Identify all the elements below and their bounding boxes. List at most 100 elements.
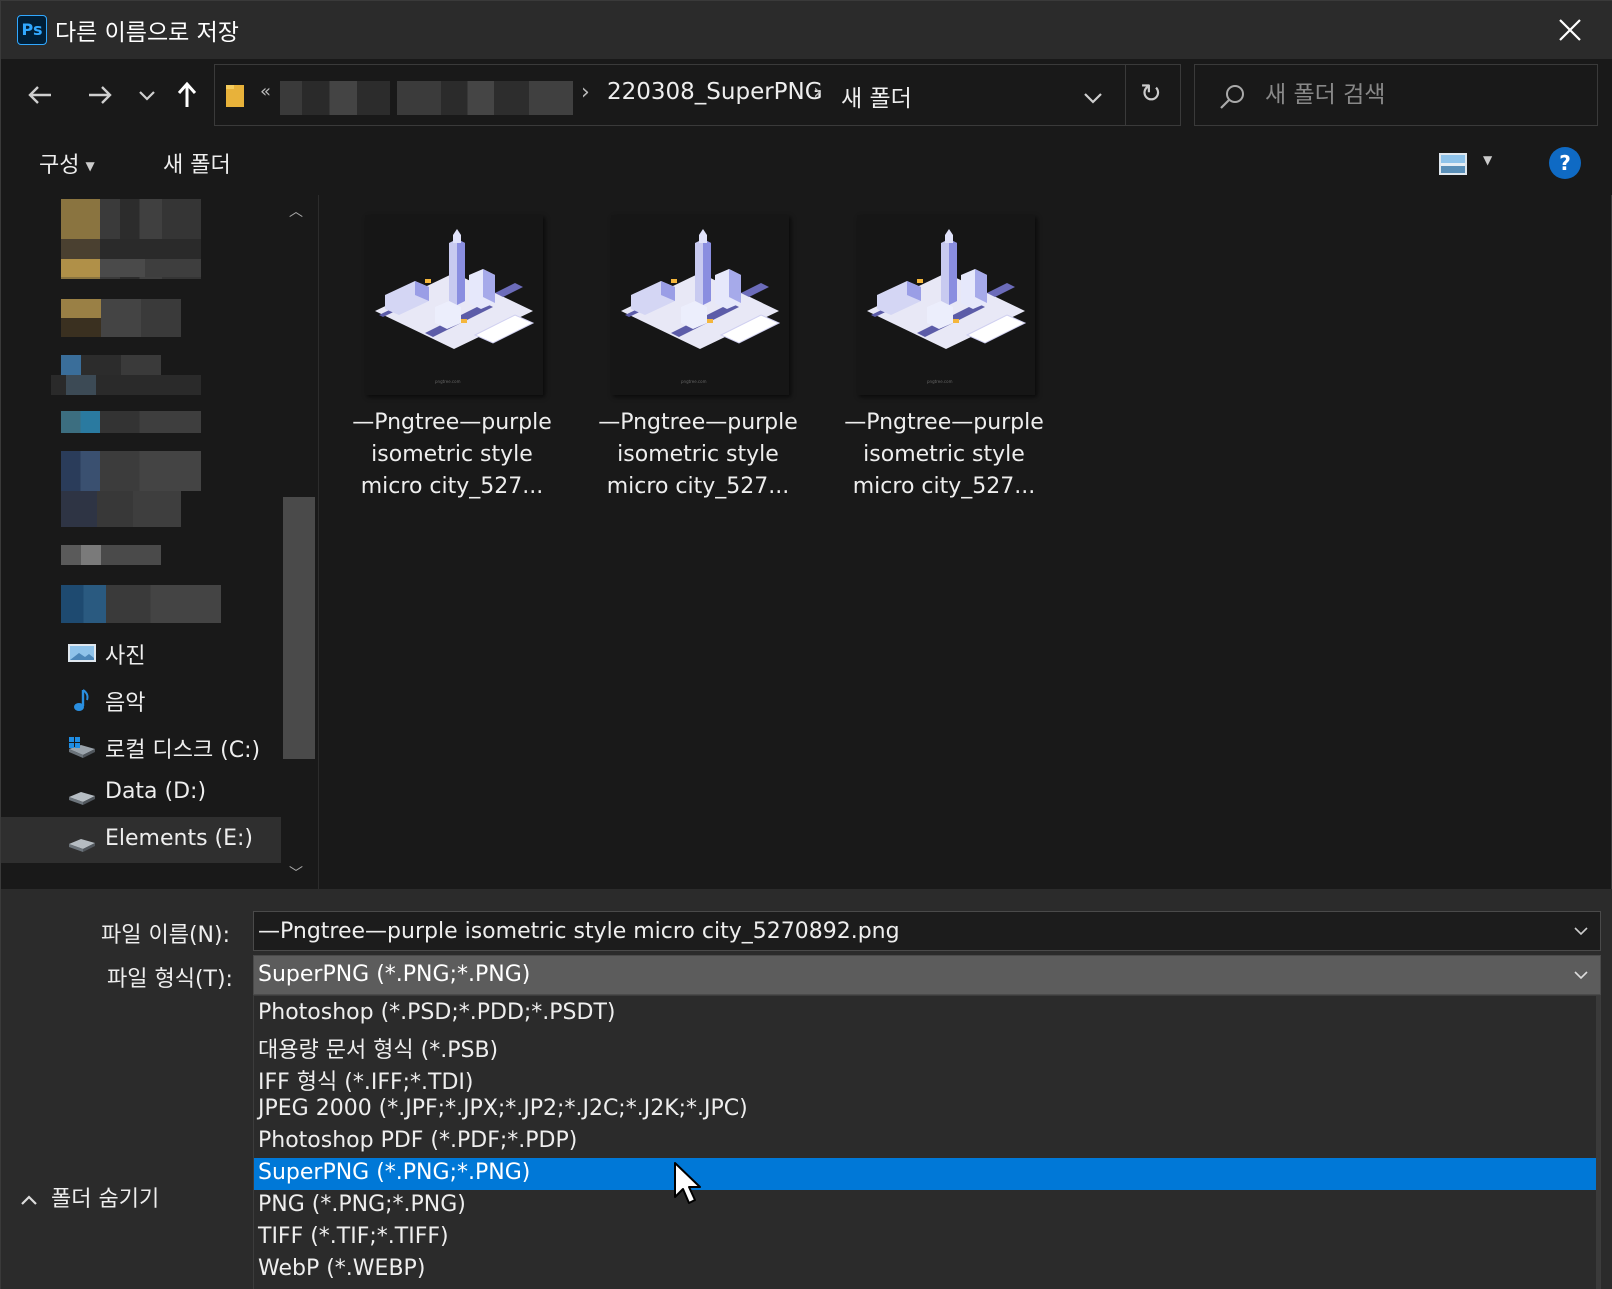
breadcrumb-item[interactable]: 새 폴더 (841, 79, 912, 113)
chevron-down-icon (1084, 93, 1102, 104)
help-button[interactable]: ? (1549, 147, 1581, 179)
redacted-folder (61, 411, 201, 433)
windows-drive-icon (69, 737, 95, 758)
file-thumbnail: pngtree.com (365, 215, 543, 395)
close-button[interactable] (1547, 9, 1593, 51)
arrow-left-icon (28, 86, 51, 104)
filename-label: 파일 이름(N): (101, 923, 230, 948)
refresh-icon: ↻ (1140, 79, 1162, 109)
sidebar-item-label: 사진 (105, 644, 146, 669)
view-options-button[interactable]: ▼ (1439, 151, 1509, 179)
redacted-folder (61, 451, 201, 491)
redacted-folder (61, 239, 201, 259)
large-icons-view-icon (1439, 153, 1467, 175)
address-overflow[interactable]: « (260, 81, 271, 102)
music-icon (74, 689, 89, 711)
hide-folders-button[interactable]: 폴더 숨기기 (19, 1181, 159, 1213)
option-label: JPEG 2000 (*.JPF;*.JPX;*.JP2;*.J2C;*.J2K… (258, 1096, 748, 1121)
dialog-title: 다른 이름으로 저장 (55, 20, 239, 46)
chevron-up-icon (21, 1195, 37, 1205)
save-options-panel: 파일 이름(N): 파일 형식(T): SuperPNG (*.PNG;*.PN… (1, 889, 1612, 1289)
breadcrumb-item[interactable]: 220308_SuperPNG (607, 79, 823, 105)
sidebar-item-music[interactable]: 음악 (1, 676, 281, 722)
filename-field[interactable] (253, 911, 1601, 951)
caret-down-icon: ▼ (85, 159, 95, 173)
isometric-city-thumbnail: pngtree.com (621, 229, 781, 384)
dropdown-scrollbar[interactable] (1596, 996, 1600, 1289)
sidebar-scroll-thumb[interactable] (283, 497, 315, 759)
option-label: PNG (*.PNG;*.PNG) (258, 1192, 466, 1217)
isometric-city-thumbnail: pngtree.com (867, 229, 1027, 384)
breadcrumb-separator: › (581, 80, 590, 105)
redacted-path (280, 81, 390, 115)
file-item[interactable]: pngtree.com —Pngtree—purple isometric st… (352, 215, 552, 555)
drive-icon (69, 839, 95, 852)
filetype-option-png[interactable]: PNG (*.PNG;*.PNG) (254, 1190, 1600, 1222)
redacted-folder (61, 585, 221, 623)
caret-down-icon: ▼ (1483, 153, 1493, 167)
file-name: —Pngtree—purple isometric style micro ci… (352, 410, 552, 499)
filetype-option-psb[interactable]: 대용량 문서 형식 (*.PSB) (254, 1030, 1600, 1063)
svg-text:pngtree.com: pngtree.com (681, 379, 707, 384)
redacted-folder (61, 545, 161, 565)
search-box[interactable] (1194, 64, 1598, 126)
chevron-down-icon (139, 91, 155, 101)
close-icon (1559, 19, 1581, 41)
option-label: WebP (*.WEBP) (258, 1256, 426, 1281)
up-button[interactable] (167, 75, 207, 115)
file-name: —Pngtree—purple isometric style micro ci… (844, 410, 1044, 499)
file-name: —Pngtree—purple isometric style micro ci… (598, 410, 798, 499)
sidebar-item-label: 로컬 디스크 (C:) (105, 738, 261, 763)
file-thumbnail: pngtree.com (857, 215, 1035, 395)
address-dropdown-button[interactable] (1075, 79, 1111, 115)
filetype-option-pdf[interactable]: Photoshop PDF (*.PDF;*.PDP) (254, 1126, 1600, 1158)
back-button[interactable] (21, 75, 61, 115)
sidebar-item-local-disk-c[interactable]: 로컬 디스크 (C:) (1, 723, 281, 769)
file-item[interactable]: pngtree.com —Pngtree—purple isometric st… (844, 215, 1044, 555)
file-list: pngtree.com —Pngtree—purple isometric st… (319, 195, 1611, 889)
chevron-down-icon[interactable] (1572, 922, 1590, 940)
filetype-option-jpeg2000[interactable]: JPEG 2000 (*.JPF;*.JPX;*.JP2;*.J2C;*.J2K… (254, 1094, 1600, 1126)
folder-icon (226, 85, 244, 107)
hide-folders-label: 폴더 숨기기 (51, 1187, 160, 1212)
isometric-city-thumbnail: pngtree.com (375, 229, 535, 384)
arrow-right-icon (89, 86, 112, 104)
redacted-folder (51, 375, 201, 395)
filetype-option-iff[interactable]: IFF 형식 (*.IFF;*.TDI) (254, 1062, 1600, 1095)
new-folder-button[interactable]: 새 폴더 (163, 147, 231, 179)
save-as-dialog: Ps 다른 이름으로 저장 « › 220308_SuperPNG › 새 폴더 (0, 0, 1612, 1289)
forward-button[interactable] (79, 75, 119, 115)
option-label: SuperPNG (*.PNG;*.PNG) (258, 1160, 531, 1185)
redacted-folder (101, 299, 181, 337)
sidebar-item-pictures[interactable]: 사진 (1, 629, 281, 675)
filetype-option-tiff[interactable]: TIFF (*.TIF;*.TIFF) (254, 1222, 1600, 1254)
sidebar-item-elements-e[interactable]: Elements (E:) (1, 817, 281, 863)
filename-input[interactable] (258, 916, 1548, 946)
filetype-option-superpng[interactable]: SuperPNG (*.PNG;*.PNG) (254, 1158, 1600, 1190)
organize-label: 구성 (39, 153, 80, 178)
recent-locations-button[interactable] (127, 75, 161, 115)
refresh-button[interactable]: ↻ (1125, 65, 1181, 125)
filetype-select[interactable]: SuperPNG (*.PNG;*.PNG) (253, 955, 1601, 995)
search-input[interactable] (1265, 77, 1585, 113)
sidebar-item-label: Elements (E:) (105, 826, 254, 851)
mouse-cursor-icon (674, 1162, 701, 1204)
pictures-icon (68, 644, 96, 662)
chevron-down-icon (1574, 971, 1588, 980)
scroll-up-icon[interactable]: ︿ (289, 201, 303, 221)
title-bar: Ps 다른 이름으로 저장 (1, 1, 1612, 59)
filetype-label: 파일 형식(T): (107, 967, 233, 992)
filetype-dropdown-list: Photoshop (*.PSD;*.PDD;*.PSDT) 대용량 문서 형식… (253, 995, 1601, 1289)
filetype-option-psd[interactable]: Photoshop (*.PSD;*.PDD;*.PSDT) (254, 998, 1600, 1030)
filetype-selected-value: SuperPNG (*.PNG;*.PNG) (258, 962, 531, 987)
option-label: Photoshop PDF (*.PDF;*.PDP) (258, 1128, 578, 1153)
file-item[interactable]: pngtree.com —Pngtree—purple isometric st… (598, 215, 798, 555)
sidebar-item-data-d[interactable]: Data (D:) (1, 770, 281, 816)
filetype-option-webp[interactable]: WebP (*.WEBP) (254, 1254, 1600, 1286)
organize-menu[interactable]: 구성 ▼ (39, 147, 95, 179)
redacted-folder (61, 491, 181, 527)
scroll-down-icon[interactable]: ﹀ (289, 863, 303, 883)
option-label: Photoshop (*.PSD;*.PDD;*.PSDT) (258, 1000, 616, 1025)
address-bar[interactable]: « › 220308_SuperPNG › 새 폴더 ↻ (214, 64, 1181, 126)
redacted-folder (61, 259, 201, 277)
